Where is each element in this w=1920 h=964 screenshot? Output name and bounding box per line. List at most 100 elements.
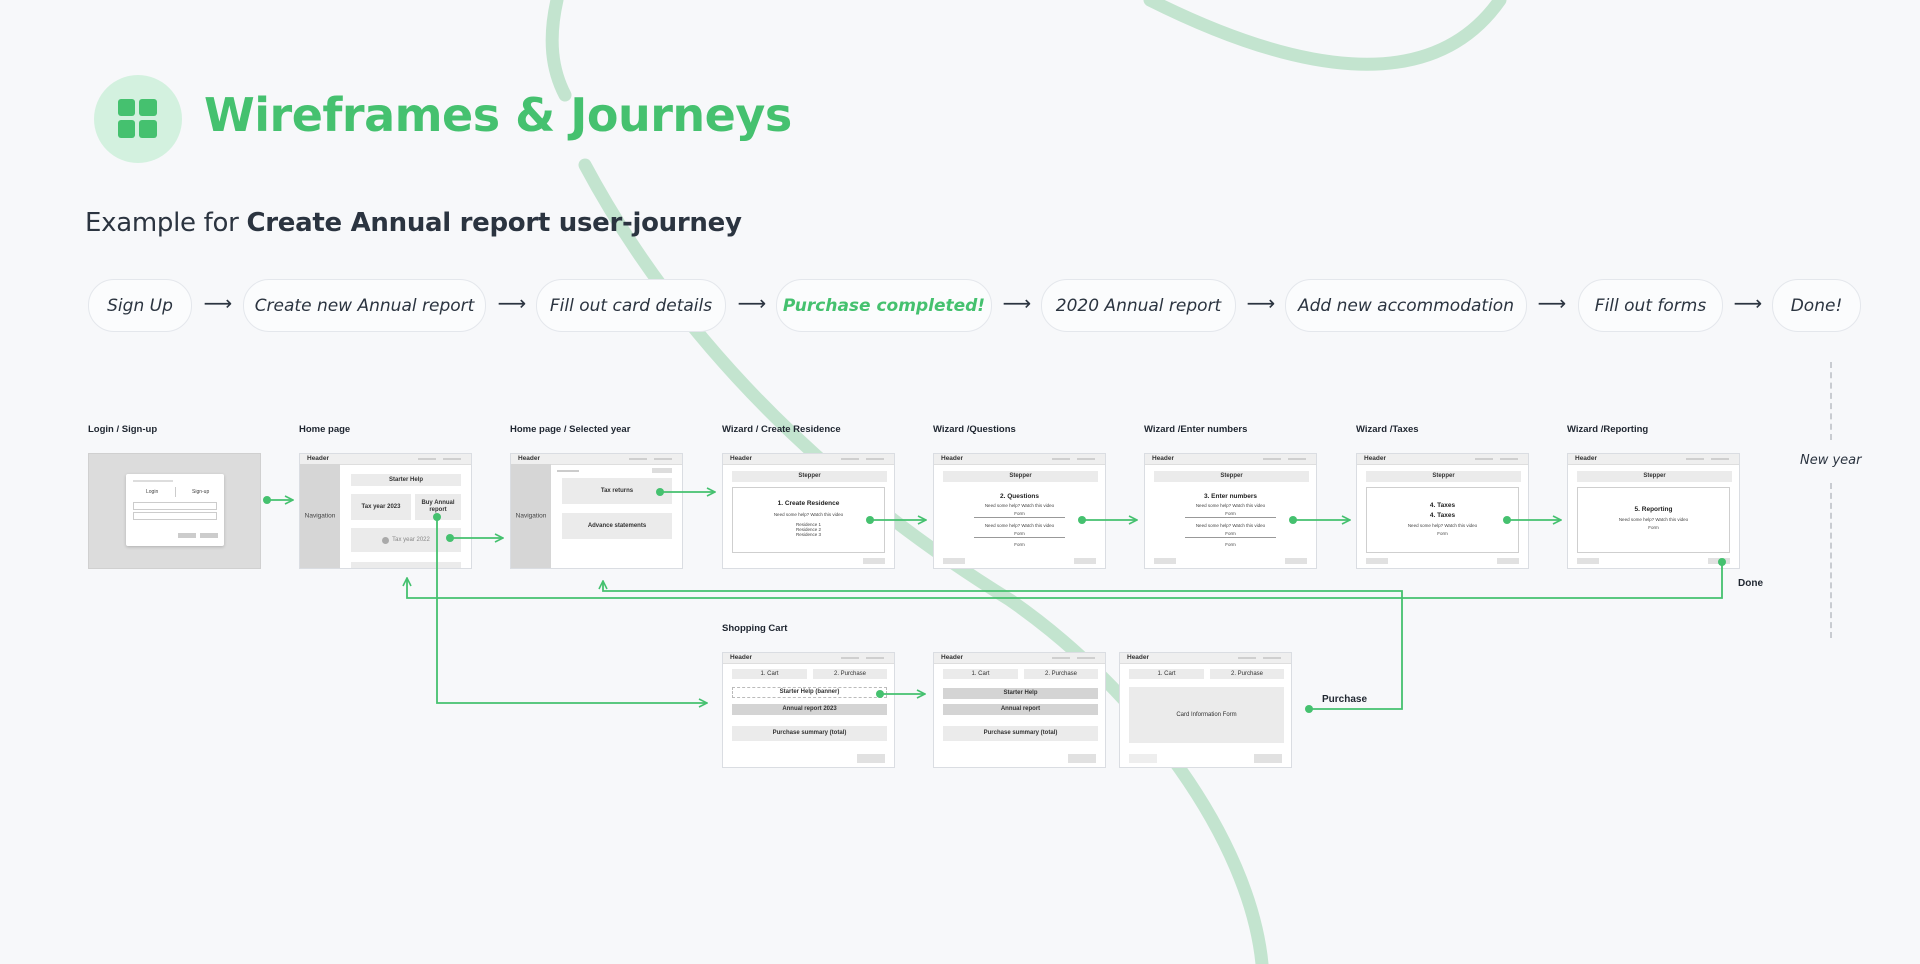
wf-tax-year-2023: Tax year 2023	[351, 494, 411, 520]
wf-help-question: Need some help? Watch this video	[773, 512, 844, 517]
wf-help-question: Need some help? Watch this video	[1618, 517, 1689, 522]
wf-purchase-summary: Purchase summary (total)	[732, 726, 887, 741]
check-circle-icon	[382, 536, 390, 544]
wf-card-information-form: Card Information Form	[1129, 687, 1284, 743]
logo-badge	[94, 75, 182, 163]
wf-tab-purchase: 2. Purchase	[1210, 669, 1284, 679]
wf-step-title: 5. Reporting	[1634, 506, 1673, 513]
wf-buy-report: Buy Annual report	[415, 494, 461, 520]
new-year-label: New year	[1800, 453, 1862, 468]
journey-step-purchase-completed[interactable]: Purchase completed!	[776, 279, 992, 332]
wf-stepper: Stepper	[1366, 471, 1521, 482]
wf-annual-report-item: Annual report	[943, 704, 1098, 715]
wf-help-question: Need some help? Watch this video	[1195, 503, 1266, 508]
wf-navigation: Navigation	[515, 512, 547, 520]
flow-label-purchase: Purchase	[1322, 694, 1368, 705]
wireframe-home[interactable]: Header Navigation Starter Help Tax year …	[299, 453, 472, 569]
wf-header: Header	[1152, 455, 1175, 462]
wf-residence-item: Residence 3	[795, 532, 822, 537]
wireframe-home-selected[interactable]: Header Navigation Tax returns Advance st…	[510, 453, 683, 569]
journey-step-2020-report[interactable]: 2020 Annual report	[1041, 279, 1236, 332]
wf-header: Header	[307, 455, 330, 462]
wf-form: Form	[1014, 542, 1025, 547]
screen-label-home-selected: Home page / Selected year	[510, 424, 631, 435]
wireframe-wizard-numbers[interactable]: Header Stepper 3. Enter numbers Need som…	[1144, 453, 1317, 569]
step-arrow: ⟶	[737, 293, 767, 315]
page-title: Wireframes & Journeys	[204, 88, 792, 142]
login-tab: Login	[146, 489, 159, 495]
wf-tax-returns: Tax returns	[562, 478, 672, 504]
journey-step-fill-forms[interactable]: Fill out forms	[1578, 279, 1723, 332]
journey-step-card-details[interactable]: Fill out card details	[536, 279, 726, 332]
wireframe-wizard-reporting[interactable]: Header Stepper 5. Reporting Need some he…	[1567, 453, 1740, 569]
wf-header: Header	[941, 455, 964, 462]
wf-tab-cart: 1. Cart	[943, 669, 1018, 679]
wf-stepper: Stepper	[943, 471, 1098, 482]
wf-tab-purchase: 2. Purchase	[813, 669, 887, 679]
step-arrow: ⟶	[203, 293, 233, 315]
wf-header: Header	[1575, 455, 1598, 462]
step-arrow: ⟶	[497, 293, 527, 315]
wireframe-card-form[interactable]: Header 1. Cart 2. Purchase Card Informat…	[1119, 652, 1292, 768]
screen-label-wiz-reporting: Wizard /Reporting	[1567, 424, 1649, 435]
step-arrow: ⟶	[1246, 293, 1276, 315]
wf-tab-cart: 1. Cart	[1129, 669, 1204, 679]
wf-header: Header	[518, 455, 541, 462]
flow-label-done: Done	[1738, 578, 1763, 589]
journey-step-sign-up[interactable]: Sign Up	[88, 279, 192, 332]
wf-header: Header	[730, 455, 753, 462]
wireframe-wizard-residence[interactable]: Header Stepper 1. Create Residence Need …	[722, 453, 895, 569]
step-arrow: ⟶	[1002, 293, 1032, 315]
wf-step-title: 3. Enter numbers	[1203, 493, 1258, 500]
wf-tax-year-2022: Tax year 2022	[351, 528, 461, 552]
wf-help-question: Need some help? Watch this video	[984, 523, 1055, 528]
screen-label-wiz-taxes: Wizard /Taxes	[1356, 424, 1419, 435]
wf-help-question: Need some help? Watch this video	[984, 503, 1055, 508]
wf-stepper: Stepper	[1577, 471, 1732, 482]
wf-step-title: 4. Taxes	[1429, 502, 1456, 509]
journey-step-create-report[interactable]: Create new Annual report	[243, 279, 486, 332]
screen-label-wiz-residence: Wizard / Create Residence	[722, 424, 841, 435]
signup-tab: Sign-up	[192, 489, 210, 495]
wf-advance-statements: Advance statements	[562, 513, 672, 539]
wf-starter-help: Starter Help	[943, 688, 1098, 699]
wf-starter-help-banner: Starter Help (banner)	[732, 687, 887, 698]
wf-form: Form	[1225, 511, 1236, 516]
wf-navigation: Navigation	[304, 512, 336, 520]
wireframe-cart[interactable]: Header 1. Cart 2. Purchase Starter Help …	[722, 652, 895, 768]
screen-label-wiz-numbers: Wizard /Enter numbers	[1144, 424, 1248, 435]
step-arrow: ⟶	[1733, 293, 1763, 315]
subtitle-prefix: Example for	[85, 208, 247, 238]
wf-help-question: Need some help? Watch this video	[1195, 523, 1266, 528]
wf-stepper: Stepper	[732, 471, 887, 482]
wf-form: Form	[1225, 542, 1236, 547]
screen-label-cart: Shopping Cart	[722, 623, 788, 634]
screen-label-home: Home page	[299, 424, 351, 435]
wf-help-question: Need some help? Watch this video	[1407, 523, 1478, 528]
wf-tab-cart: 1. Cart	[732, 669, 807, 679]
wireframe-cart-expanded[interactable]: Header 1. Cart 2. Purchase Starter Help …	[933, 652, 1106, 768]
wf-stepper: Stepper	[1154, 471, 1309, 482]
wf-step-title: 2. Questions	[999, 493, 1039, 500]
wf-header: Header	[1364, 455, 1387, 462]
wf-header: Header	[730, 654, 753, 661]
wf-form: Form	[1225, 531, 1236, 536]
screen-label-login: Login / Sign-up	[88, 424, 158, 435]
wf-purchase-summary: Purchase summary (total)	[943, 726, 1098, 741]
wf-step-title: 1. Create Residence	[777, 500, 840, 507]
wf-step-title-secondary: 4. Taxes	[1429, 512, 1456, 519]
wireframe-wizard-taxes[interactable]: Header Stepper 4. Taxes 4. Taxes Need so…	[1356, 453, 1529, 569]
wf-form: Form	[1014, 511, 1025, 516]
wireframe-wizard-questions[interactable]: Header Stepper 2. Questions Need some he…	[933, 453, 1106, 569]
journey-step-done[interactable]: Done!	[1772, 279, 1861, 332]
screen-label-wiz-questions: Wizard /Questions	[933, 424, 1016, 435]
journey-step-add-accommodation[interactable]: Add new accommodation	[1285, 279, 1527, 332]
wf-form: Form	[1014, 531, 1025, 536]
wireframe-login[interactable]: Login Sign-up	[88, 453, 261, 569]
wf-starter-help: Starter Help	[351, 474, 461, 486]
login-card: Login Sign-up	[126, 474, 224, 546]
step-arrow: ⟶	[1537, 293, 1567, 315]
wf-header: Header	[1127, 654, 1150, 661]
new-year-divider-top	[1830, 362, 1832, 440]
subtitle-journey-name: Create Annual report user-journey	[246, 208, 742, 238]
